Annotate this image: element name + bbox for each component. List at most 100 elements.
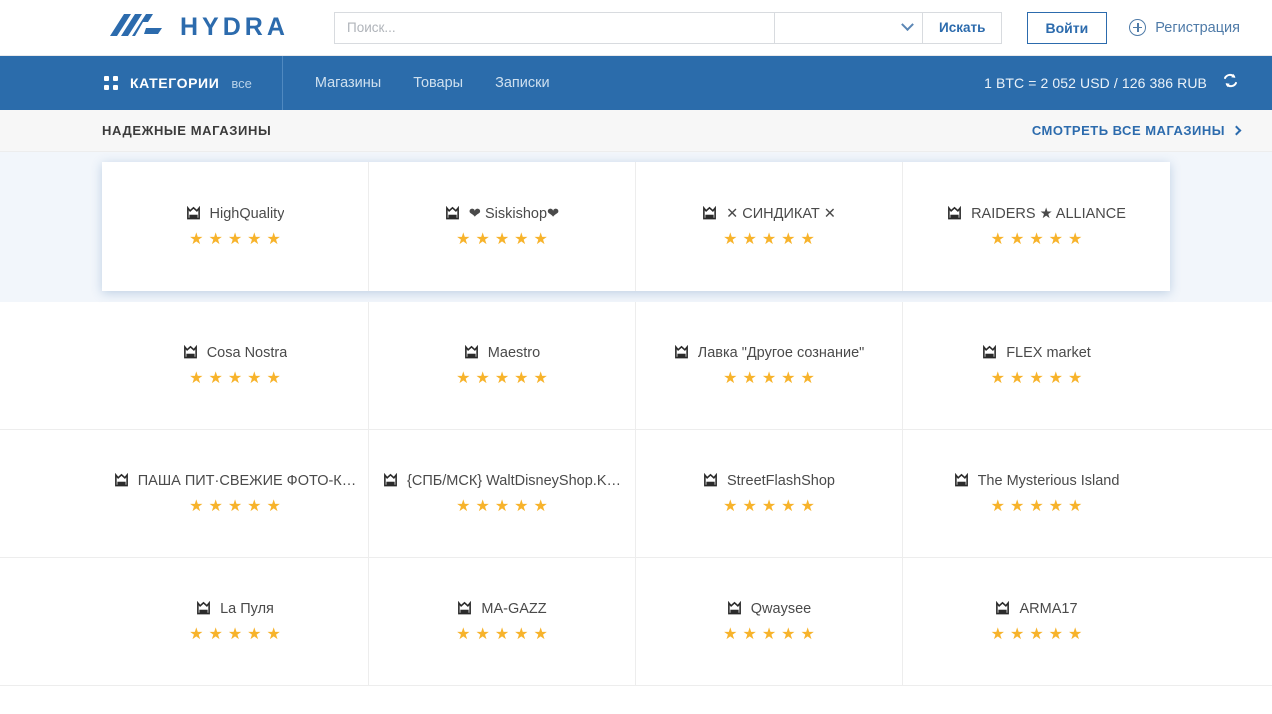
shops-row: HighQuality★★★★★❤ Siskishop❤★★★★★✕ СИНДИ… [102, 162, 1170, 291]
featured-shops-row: HighQuality★★★★★❤ Siskishop❤★★★★★✕ СИНДИ… [0, 152, 1272, 302]
shops-row-wrapper: Cosa Nostra★★★★★Maestro★★★★★Лавка "Друго… [0, 302, 1272, 430]
crown-icon [674, 345, 689, 360]
rating-star: ★ [495, 371, 509, 387]
rating-star: ★ [514, 499, 528, 515]
rating-star: ★ [991, 499, 1005, 515]
shop-rating: ★★★★★ [189, 232, 281, 248]
rating-star: ★ [991, 627, 1005, 643]
shop-rating: ★★★★★ [456, 232, 548, 248]
rating-star: ★ [456, 232, 470, 248]
rating-star: ★ [495, 232, 509, 248]
rating-star: ★ [781, 371, 795, 387]
main-navbar: КАТЕГОРИИ все Магазины Товары Записки 1 … [0, 56, 1272, 110]
shop-rating: ★★★★★ [991, 232, 1083, 248]
rating-star: ★ [1029, 232, 1043, 248]
shop-name: StreetFlashShop [727, 473, 835, 489]
login-button[interactable]: Войти [1027, 12, 1108, 44]
rating-star: ★ [723, 371, 737, 387]
shops-row: La Пуля★★★★★MA-GAZZ★★★★★Qwaysee★★★★★ARMA… [102, 558, 1170, 685]
rating-star: ★ [1049, 499, 1063, 515]
shops-row: Cosa Nostra★★★★★Maestro★★★★★Лавка "Друго… [102, 302, 1170, 429]
top-header: HYDRA Искать Войти Регистрация [0, 0, 1272, 56]
rating-star: ★ [781, 627, 795, 643]
rating-star: ★ [1049, 232, 1063, 248]
shop-rating: ★★★★★ [723, 627, 815, 643]
rating-star: ★ [228, 627, 242, 643]
shop-card[interactable]: StreetFlashShop★★★★★ [636, 430, 903, 557]
shop-card[interactable]: ✕ СИНДИКАТ ✕★★★★★ [636, 162, 903, 291]
shop-rating: ★★★★★ [189, 627, 281, 643]
rating-star: ★ [1010, 371, 1024, 387]
rating-star: ★ [723, 627, 737, 643]
shop-card[interactable]: FLEX market★★★★★ [903, 302, 1170, 429]
crown-icon [383, 473, 398, 488]
shop-name: FLEX market [1006, 345, 1091, 361]
nav-link-products[interactable]: Товары [413, 75, 463, 91]
rating-star: ★ [1029, 627, 1043, 643]
shop-rating: ★★★★★ [991, 371, 1083, 387]
rating-star: ★ [247, 232, 261, 248]
shop-name: ПАША ПИТ·СВЕЖИЕ ФОТО-К… [138, 473, 357, 489]
search-input[interactable] [334, 12, 774, 44]
refresh-exchange-icon[interactable] [1221, 71, 1240, 95]
rating-star: ★ [208, 232, 222, 248]
rating-star: ★ [534, 371, 548, 387]
hydra-logo-icon [104, 10, 166, 45]
shop-card[interactable]: RAIDERS ★ ALLIANCE★★★★★ [903, 162, 1170, 291]
rating-star: ★ [742, 499, 756, 515]
chevron-right-icon [1232, 126, 1242, 136]
rating-star: ★ [514, 627, 528, 643]
rating-star: ★ [267, 371, 281, 387]
crown-icon [703, 473, 718, 488]
shop-card[interactable]: Maestro★★★★★ [369, 302, 636, 429]
categories-button[interactable]: КАТЕГОРИИ все [104, 56, 283, 110]
shop-card[interactable]: La Пуля★★★★★ [102, 558, 369, 685]
rating-star: ★ [1010, 627, 1024, 643]
chevron-down-icon [901, 18, 914, 31]
shop-card[interactable]: ПАША ПИТ·СВЕЖИЕ ФОТО-К…★★★★★ [102, 430, 369, 557]
shop-name: Qwaysee [751, 601, 811, 617]
rating-star: ★ [723, 232, 737, 248]
shop-rating: ★★★★★ [456, 371, 548, 387]
nav-link-notes[interactable]: Записки [495, 75, 549, 91]
crown-icon [982, 345, 997, 360]
shops-row: ПАША ПИТ·СВЕЖИЕ ФОТО-К…★★★★★{СПБ/МСК} Wa… [102, 430, 1170, 557]
rating-star: ★ [475, 232, 489, 248]
rating-star: ★ [762, 627, 776, 643]
shop-title: Лавка "Другое сознание" [674, 345, 865, 361]
shop-title: MA-GAZZ [457, 601, 546, 617]
rating-star: ★ [1029, 371, 1043, 387]
rating-star: ★ [781, 232, 795, 248]
shop-title: FLEX market [982, 345, 1091, 361]
view-all-shops-link[interactable]: СМОТРЕТЬ ВСЕ МАГАЗИНЫ [1032, 123, 1240, 138]
search-button[interactable]: Искать [922, 12, 1002, 44]
shop-card[interactable]: ARMA17★★★★★ [903, 558, 1170, 685]
rating-star: ★ [1068, 499, 1082, 515]
shop-card[interactable]: HighQuality★★★★★ [102, 162, 369, 291]
brand-logo[interactable]: HYDRA [104, 10, 334, 45]
shop-card[interactable]: Лавка "Другое сознание"★★★★★ [636, 302, 903, 429]
crown-icon [727, 601, 742, 616]
shop-name: {СПБ/МСК} WaltDisneyShop.K… [407, 473, 621, 489]
shop-card[interactable]: Qwaysee★★★★★ [636, 558, 903, 685]
register-link[interactable]: Регистрация [1129, 19, 1240, 36]
rating-star: ★ [189, 627, 203, 643]
rating-star: ★ [208, 371, 222, 387]
view-all-shops-label: СМОТРЕТЬ ВСЕ МАГАЗИНЫ [1032, 123, 1225, 138]
shop-rating: ★★★★★ [991, 627, 1083, 643]
search-category-select[interactable] [774, 12, 922, 44]
rating-star: ★ [247, 627, 261, 643]
rating-star: ★ [723, 499, 737, 515]
shop-card[interactable]: Cosa Nostra★★★★★ [102, 302, 369, 429]
shop-rating: ★★★★★ [456, 627, 548, 643]
header-actions: Войти Регистрация [1027, 12, 1241, 44]
shop-card[interactable]: MA-GAZZ ★★★★★ [369, 558, 636, 685]
rating-star: ★ [228, 371, 242, 387]
shop-card[interactable]: ❤ Siskishop❤★★★★★ [369, 162, 636, 291]
categories-label: КАТЕГОРИИ [130, 75, 219, 91]
nav-link-shops[interactable]: Магазины [315, 75, 381, 91]
shop-title: HighQuality [186, 206, 285, 222]
rating-star: ★ [247, 371, 261, 387]
shop-card[interactable]: {СПБ/МСК} WaltDisneyShop.K…★★★★★ [369, 430, 636, 557]
shop-card[interactable]: The Mysterious Island★★★★★ [903, 430, 1170, 557]
